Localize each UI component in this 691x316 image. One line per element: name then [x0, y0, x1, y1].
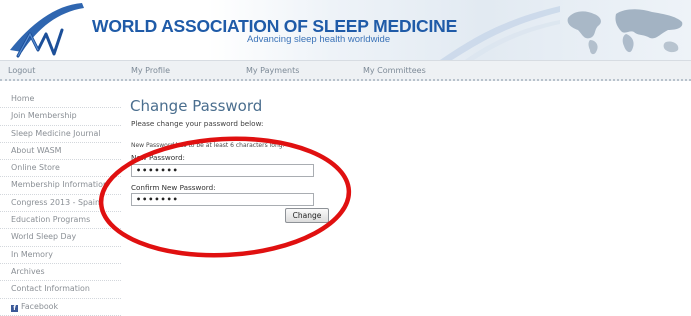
sidebar-item-archives[interactable]: Archives: [0, 264, 121, 282]
facebook-icon: f: [11, 304, 18, 312]
sidebar-item-facebook[interactable]: f Facebook: [0, 299, 121, 316]
confirm-password-input[interactable]: •••••••: [131, 193, 314, 206]
sidebar-item-label: Facebook: [21, 301, 59, 311]
intro-text: Please change your password below:: [131, 119, 264, 128]
sidebar-item-membership-information[interactable]: Membership Information: [0, 177, 121, 195]
confirm-password-label: Confirm New Password:: [131, 183, 216, 192]
site-header: WORLD ASSOCIATION OF SLEEP MEDICINE Adva…: [0, 0, 691, 60]
sidebar-item-contact-information[interactable]: Contact Information: [0, 281, 121, 299]
top-navigation: Logout My Profile My Payments My Committ…: [0, 60, 691, 81]
password-length-hint: New Password has to be at least 6 charac…: [131, 142, 285, 149]
nav-logout[interactable]: Logout: [8, 66, 35, 75]
nav-my-payments[interactable]: My Payments: [246, 66, 299, 75]
sidebar-item-join-membership[interactable]: Join Membership: [0, 108, 121, 126]
sidebar-item-congress-2013[interactable]: Congress 2013 - Spain: [0, 195, 121, 213]
sidebar-item-in-memory[interactable]: In Memory: [0, 247, 121, 264]
nav-my-profile[interactable]: My Profile: [131, 66, 170, 75]
new-password-label: New Password:: [131, 153, 185, 162]
sidebar-item-online-store[interactable]: Online Store: [0, 160, 121, 178]
sidebar-item-about-wasm[interactable]: About WASM: [0, 143, 121, 161]
change-button[interactable]: Change: [285, 208, 329, 223]
sidebar-item-sleep-medicine-journal[interactable]: Sleep Medicine Journal: [0, 126, 121, 143]
org-tagline: Advancing sleep health worldwide: [247, 34, 391, 45]
page-title: Change Password: [130, 97, 263, 115]
sidebar: Home Join Membership Sleep Medicine Jour…: [0, 91, 121, 316]
sidebar-item-world-sleep-day[interactable]: World Sleep Day: [0, 229, 121, 247]
new-password-input[interactable]: •••••••: [131, 164, 314, 177]
sidebar-item-home[interactable]: Home: [0, 91, 121, 109]
nav-my-committees[interactable]: My Committees: [363, 66, 426, 75]
world-map-icon: [567, 9, 683, 55]
sidebar-item-education-programs[interactable]: Education Programs: [0, 212, 121, 230]
